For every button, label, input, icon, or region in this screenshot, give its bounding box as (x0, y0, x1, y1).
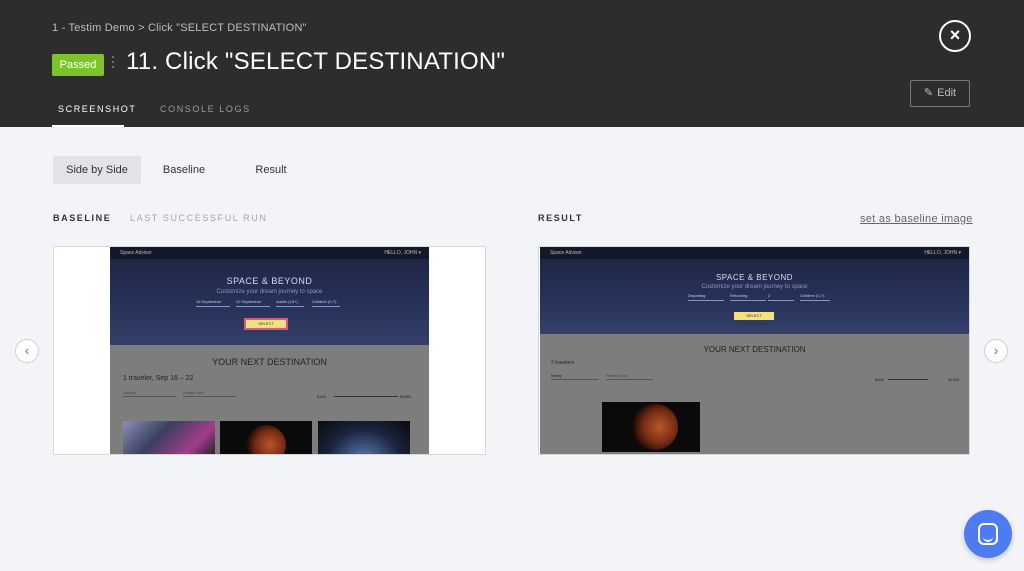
next-step-icon[interactable]: › (984, 339, 1008, 363)
header: 1 - Testim Demo > Click "SELECT DESTINAT… (0, 0, 1024, 127)
filter-launch-underline (123, 396, 176, 397)
traveler-summary: 1 traveler, Sep 16 – 22 (123, 375, 194, 382)
page-title: 11. Click "SELECT DESTINATION" (126, 48, 506, 75)
filter-sort-underline (551, 379, 598, 380)
price-min: $100 (317, 394, 326, 399)
pencil-icon: ✎ (923, 87, 934, 99)
tab-screenshot[interactable]: SCREENSHOT (58, 104, 137, 114)
user-menu-text: HELLO, JOHN ▾ (924, 250, 961, 256)
price-max: $1600 (400, 394, 412, 399)
filter-planet-color: Planet color (183, 390, 205, 395)
set-as-baseline-link[interactable]: set as baseline image (860, 213, 973, 225)
traveler-summary: 2 travelers (551, 360, 575, 366)
select-destination-button: SELECT DESTINATION (244, 318, 288, 334)
price-slider (888, 379, 928, 380)
result-label: RESULT (538, 213, 583, 223)
field-travelers: 2 (768, 293, 794, 301)
field-children: Children (0-7) (312, 299, 340, 307)
edit-label: Edit (937, 87, 957, 99)
field-children: Children (0-7) (800, 293, 830, 301)
brand-text: Space Advisor (550, 250, 582, 256)
hero-subheading: Customize your dream journey to space (216, 289, 323, 295)
field-returning: 22 September (236, 299, 270, 307)
field-returning: Returning (730, 293, 766, 301)
chat-support-button[interactable] (964, 510, 1012, 558)
mars-image (246, 425, 286, 454)
active-tab-indicator (52, 125, 124, 127)
filter-planet-underline (183, 396, 236, 397)
hero-subheading: Customize your dream journey to space (701, 284, 808, 290)
select-destination-button: SELECT DESTINATION (734, 312, 774, 326)
breadcrumb[interactable]: 1 - Testim Demo > Click "SELECT DESTINAT… (52, 22, 307, 34)
baseline-screenshot[interactable]: Space Advisor HELLO, JOHN ▾ SPACE & BEYO… (110, 247, 429, 454)
close-button[interactable]: × (939, 20, 971, 52)
baseline-label: BASELINE (53, 213, 112, 223)
destination-heading: YOUR NEXT DESTINATION (212, 357, 327, 367)
previous-step-icon[interactable]: ‹ (15, 339, 39, 363)
destination-card-1 (123, 421, 215, 454)
status-badge: Passed (52, 54, 104, 76)
filter-sort: Newly (551, 373, 562, 378)
hero-heading: SPACE & BEYOND (715, 273, 794, 282)
filter-planet-underline (606, 379, 653, 380)
field-adults: Adults (18+) (276, 299, 304, 307)
last-successful-run-label: LAST SUCCESSFUL RUN (130, 213, 268, 223)
view-side-by-side-button[interactable]: Side by Side (53, 156, 141, 184)
result-screenshot[interactable]: Space Advisor HELLO, JOHN ▾ SPACE & BEYO… (540, 247, 969, 454)
hero-section: Space Advisor HELLO, JOHN ▾ SPACE & BEYO… (110, 247, 429, 345)
destination-card-2 (220, 421, 312, 454)
user-menu-text: HELLO, JOHN ▾ (384, 250, 421, 256)
price-slider (334, 396, 398, 397)
filter-planet-color: Planet color (606, 373, 628, 378)
drag-handle-icon[interactable] (112, 56, 115, 72)
mars-image (632, 404, 678, 450)
field-departing: Departing (688, 293, 724, 301)
view-result-button[interactable]: Result (240, 156, 302, 184)
edit-button[interactable]: ✎ Edit (910, 80, 970, 107)
brand-text: Space Advisor (120, 250, 152, 256)
destination-heading: YOUR NEXT DESTINATION (703, 345, 806, 354)
screenshot-navbar: Space Advisor HELLO, JOHN ▾ (110, 247, 429, 259)
hero-section: Space Advisor HELLO, JOHN ▾ SPACE & BEYO… (540, 247, 969, 334)
field-departing: 16 September (196, 299, 230, 307)
result-panel: Space Advisor HELLO, JOHN ▾ SPACE & BEYO… (538, 246, 970, 455)
chat-icon (978, 523, 998, 545)
view-baseline-button[interactable]: Baseline (152, 156, 216, 184)
destination-card-3 (318, 421, 410, 454)
destination-card-1 (602, 402, 700, 452)
price-min: $100 (875, 377, 884, 382)
baseline-panel: Space Advisor HELLO, JOHN ▾ SPACE & BEYO… (53, 246, 486, 455)
screenshot-navbar: Space Advisor HELLO, JOHN ▾ (540, 247, 969, 259)
price-max: $1200 (948, 377, 960, 382)
filter-launch: Launch (123, 390, 137, 395)
hero-heading: SPACE & BEYOND (226, 276, 313, 286)
tab-console-logs[interactable]: CONSOLE LOGS (160, 104, 251, 114)
